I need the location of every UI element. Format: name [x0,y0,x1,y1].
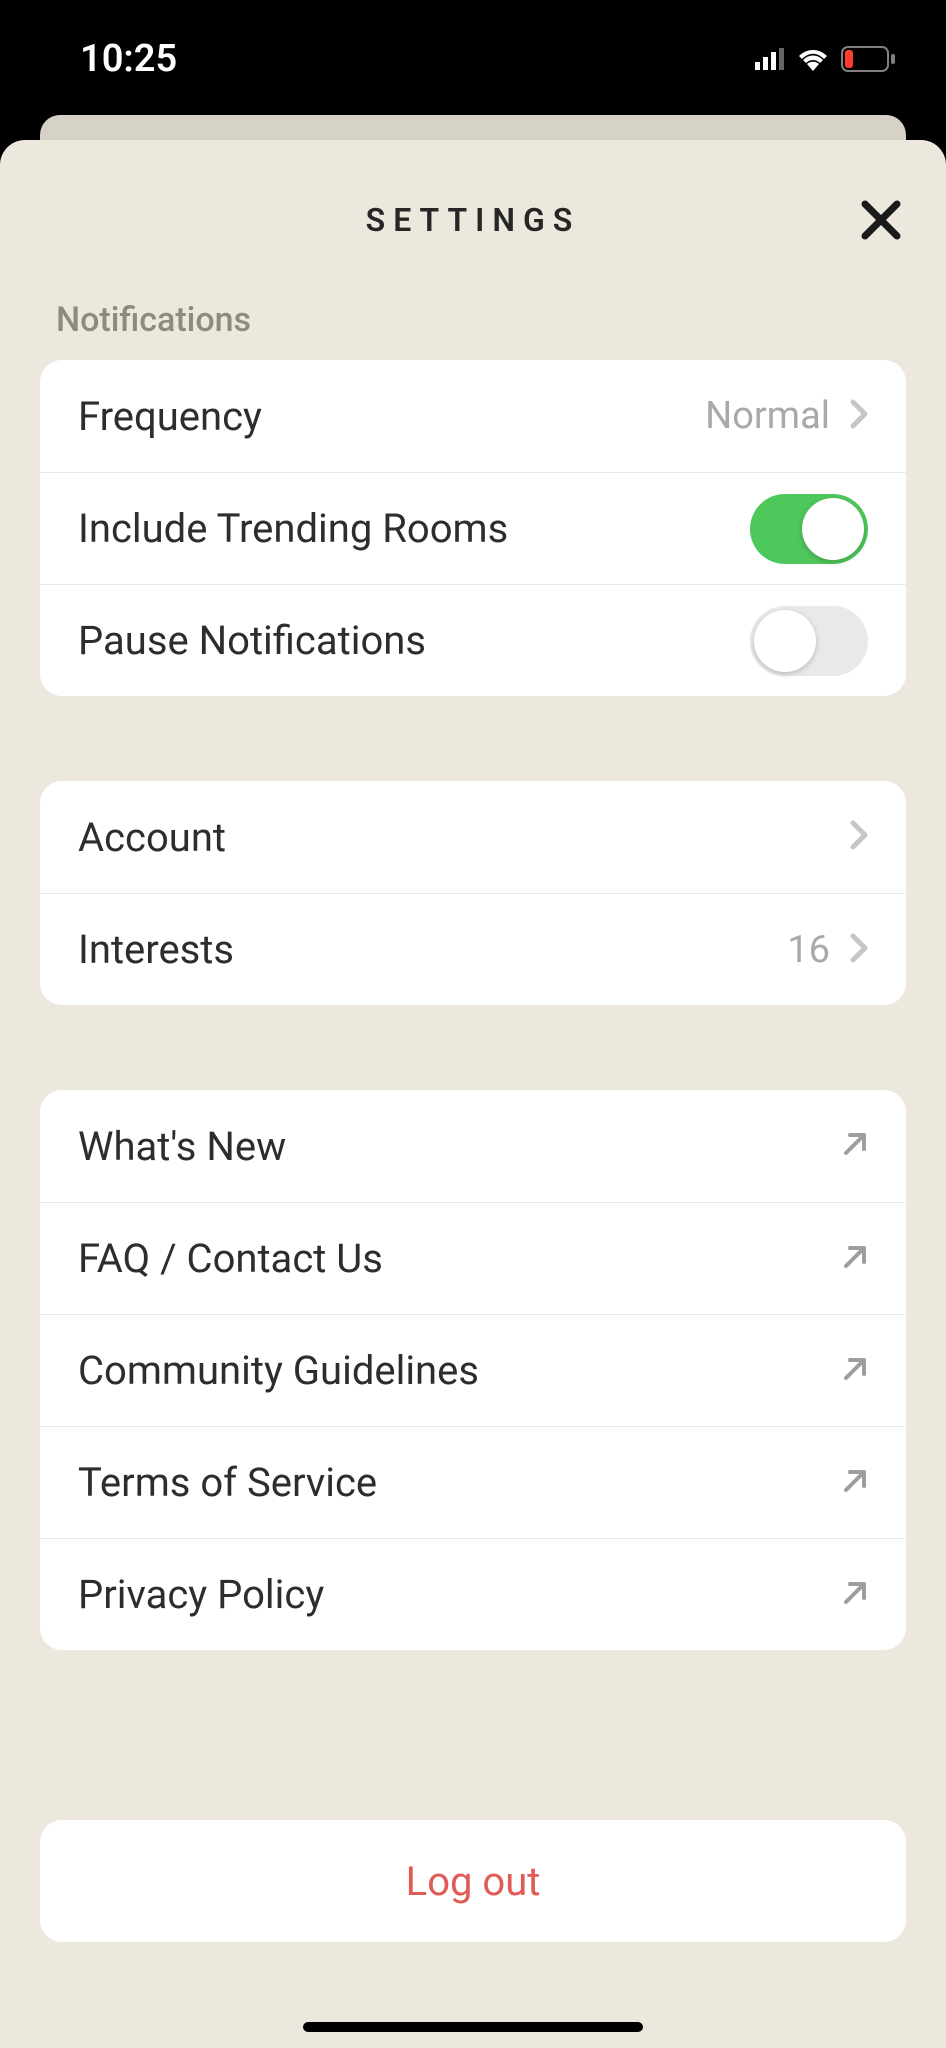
privacy-policy-row[interactable]: Privacy Policy [40,1538,906,1650]
pause-notifications-toggle[interactable] [750,606,868,676]
chevron-right-icon [850,820,868,854]
close-icon [859,198,903,242]
external-link-icon [842,1131,868,1161]
trending-rooms-toggle[interactable] [750,494,868,564]
chevron-right-icon [850,933,868,967]
logout-card: Log out [40,1820,906,1942]
frequency-value: Normal [705,394,830,438]
links-card: What's New FAQ / Contact Us Community Gu… [40,1090,906,1650]
pause-notifications-row: Pause Notifications [40,584,906,696]
close-button[interactable] [856,195,906,245]
status-time: 10:25 [80,37,177,81]
privacy-policy-label: Privacy Policy [78,1571,324,1618]
page-title: SETTINGS [366,201,581,239]
whats-new-row[interactable]: What's New [40,1090,906,1202]
faq-row[interactable]: FAQ / Contact Us [40,1202,906,1314]
frequency-label: Frequency [78,393,262,440]
faq-label: FAQ / Contact Us [78,1235,383,1282]
status-bar: 10:25 [0,0,946,118]
community-guidelines-row[interactable]: Community Guidelines [40,1314,906,1426]
terms-of-service-label: Terms of Service [78,1459,377,1506]
logout-label: Log out [406,1858,541,1905]
external-link-icon [842,1244,868,1274]
terms-of-service-row[interactable]: Terms of Service [40,1426,906,1538]
trending-rooms-label: Include Trending Rooms [78,505,508,552]
settings-modal: SETTINGS Notifications Frequency Normal … [0,140,946,2048]
pause-notifications-label: Pause Notifications [78,617,426,664]
external-link-icon [842,1468,868,1498]
account-right [850,820,868,854]
account-row[interactable]: Account [40,781,906,893]
interests-row[interactable]: Interests 16 [40,893,906,1005]
trending-rooms-row: Include Trending Rooms [40,472,906,584]
interests-right: 16 [787,928,868,972]
interests-value: 16 [787,928,830,972]
account-label: Account [78,814,226,861]
home-indicator[interactable] [303,2022,643,2032]
frequency-row[interactable]: Frequency Normal [40,360,906,472]
battery-low-icon [841,46,896,72]
status-icons [755,46,896,72]
cellular-signal-icon [755,48,785,70]
notifications-card: Frequency Normal Include Trending Rooms … [40,360,906,696]
modal-header: SETTINGS [40,140,906,300]
toggle-knob [754,610,816,672]
frequency-right: Normal [705,394,868,438]
logout-button[interactable]: Log out [40,1820,906,1942]
interests-label: Interests [78,926,234,973]
whats-new-label: What's New [78,1123,286,1170]
chevron-right-icon [850,399,868,433]
external-link-icon [842,1356,868,1386]
account-card: Account Interests 16 [40,781,906,1005]
community-guidelines-label: Community Guidelines [78,1347,479,1394]
toggle-knob [802,498,864,560]
external-link-icon [842,1580,868,1610]
section-header-notifications: Notifications [40,300,906,340]
wifi-icon [797,47,829,71]
